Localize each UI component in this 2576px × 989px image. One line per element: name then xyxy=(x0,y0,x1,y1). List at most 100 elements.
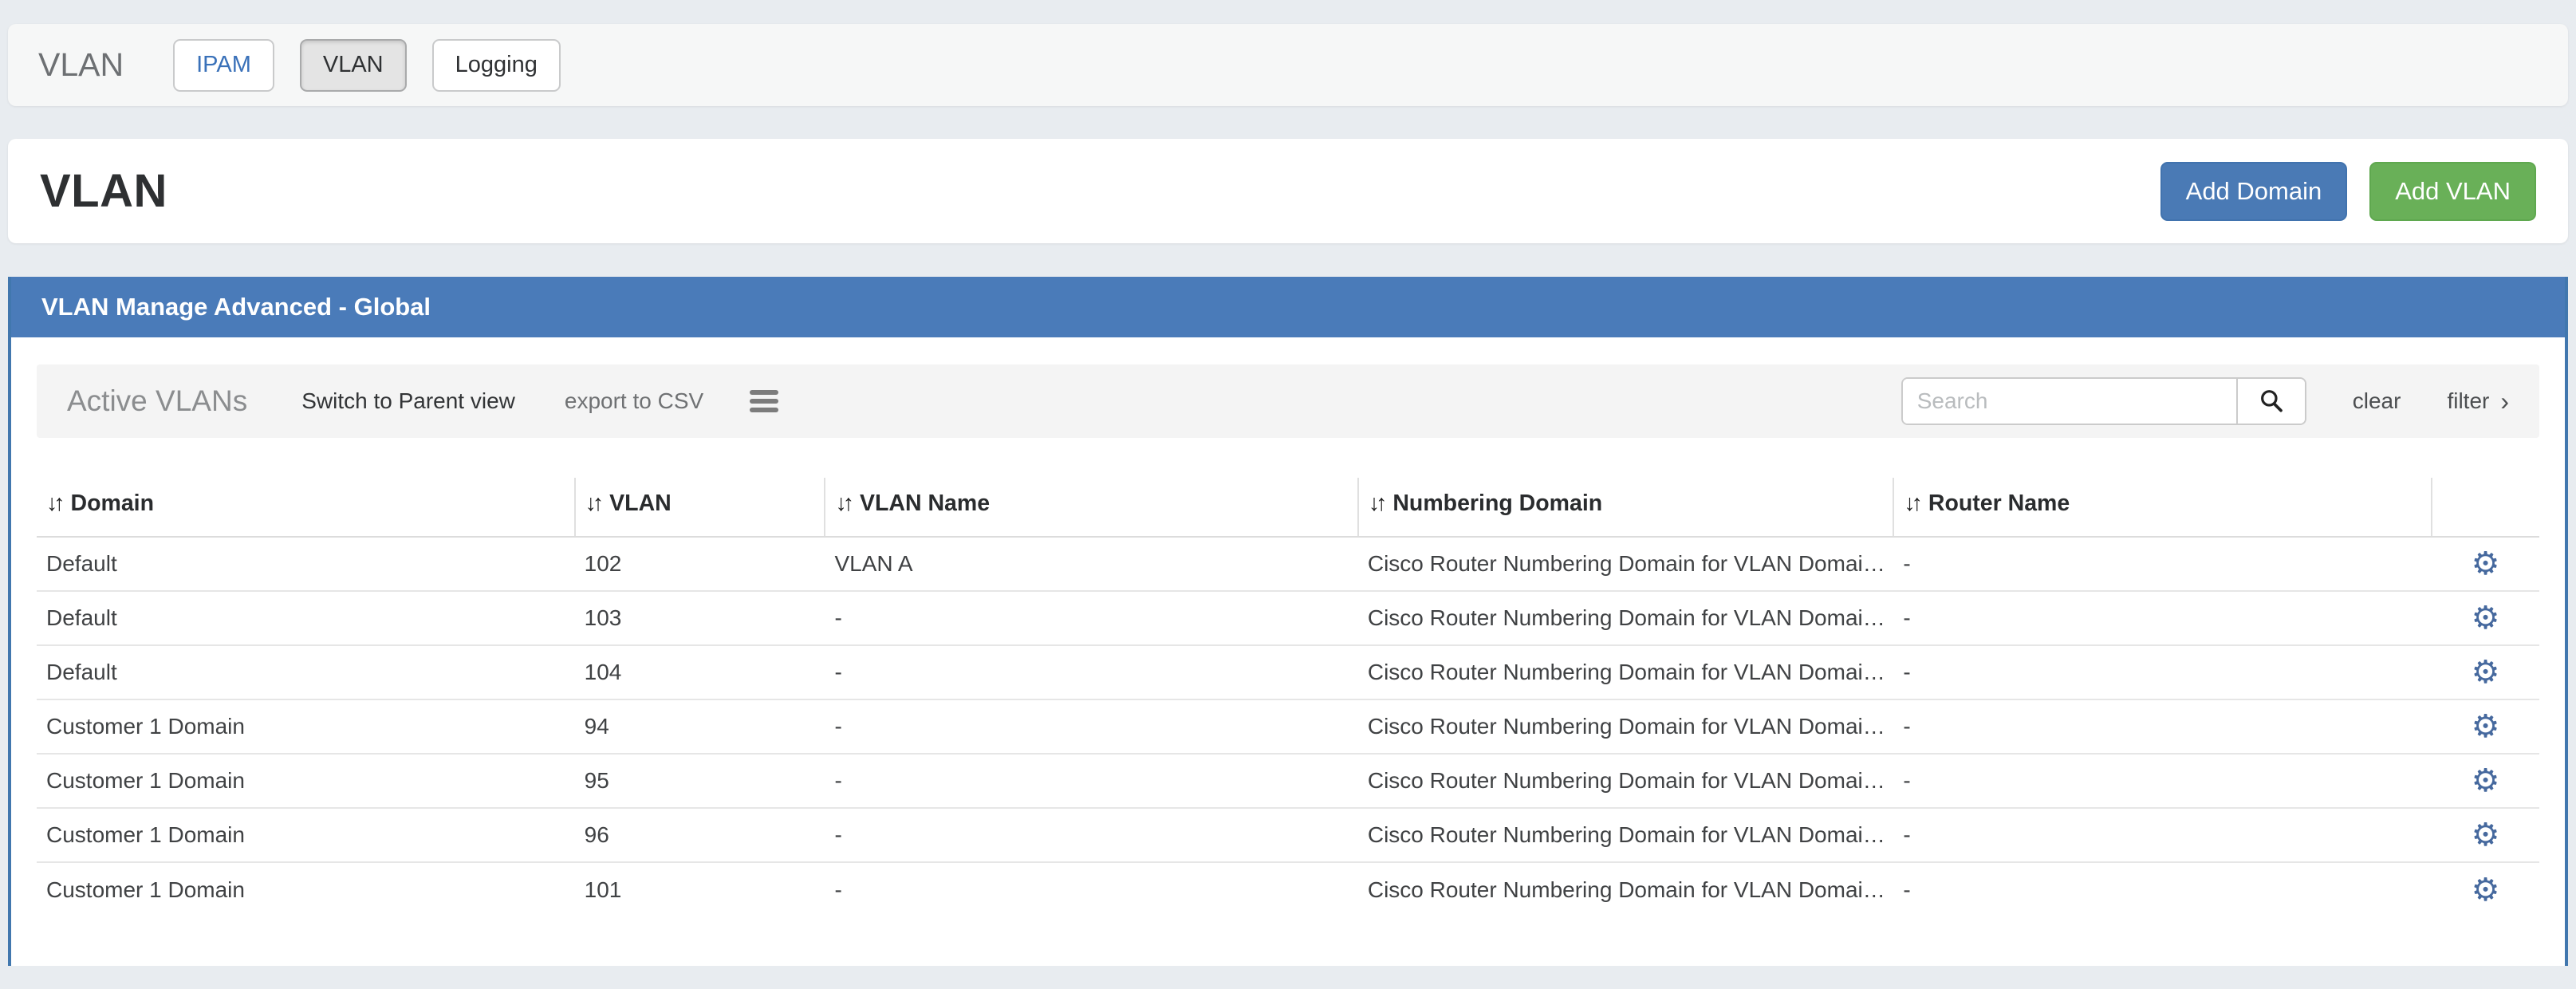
cell-vlan: 95 xyxy=(575,754,825,808)
column-label: Numbering Domain xyxy=(1392,491,1602,516)
gear-icon[interactable]: ⚙ xyxy=(2472,709,2500,744)
switch-parent-view-link[interactable]: Switch to Parent view xyxy=(301,388,515,414)
cell-vlan: 104 xyxy=(575,645,825,699)
cell-vlan-name: - xyxy=(825,591,1357,645)
cell-actions: ⚙ xyxy=(2432,862,2539,916)
cell-router-name: - xyxy=(1893,754,2432,808)
clear-link[interactable]: clear xyxy=(2353,388,2401,414)
cell-vlan-name: VLAN A xyxy=(825,537,1357,591)
cell-domain: Default xyxy=(37,645,575,699)
cell-router-name: - xyxy=(1893,862,2432,916)
cell-domain: Customer 1 Domain xyxy=(37,862,575,916)
cell-numbering-domain: Cisco Router Numbering Domain for VLAN D… xyxy=(1358,645,1894,699)
chevron-right-icon: › xyxy=(2500,388,2509,414)
page-actions: Add Domain Add VLAN xyxy=(2138,162,2536,221)
cell-actions: ⚙ xyxy=(2432,699,2539,754)
cell-numbering-domain: Cisco Router Numbering Domain for VLAN D… xyxy=(1358,591,1894,645)
cell-vlan: 96 xyxy=(575,808,825,862)
table-row: Default 103 - Cisco Router Numbering Dom… xyxy=(37,591,2539,645)
sort-icon[interactable]: ↓↑ xyxy=(835,491,850,516)
gear-icon[interactable]: ⚙ xyxy=(2472,873,2500,908)
cell-numbering-domain: Cisco Router Numbering Domain for VLAN D… xyxy=(1358,537,1894,591)
tab-ipam[interactable]: IPAM xyxy=(173,39,274,92)
cell-router-name: - xyxy=(1893,808,2432,862)
table-row: Default 104 - Cisco Router Numbering Dom… xyxy=(37,645,2539,699)
cell-vlan-name: - xyxy=(825,645,1357,699)
column-label: VLAN Name xyxy=(860,491,990,516)
column-header-numbering-domain[interactable]: ↓↑ Numbering Domain xyxy=(1358,478,1894,537)
column-header-vlan-name[interactable]: ↓↑ VLAN Name xyxy=(825,478,1357,537)
cell-vlan: 102 xyxy=(575,537,825,591)
panel-header: VLAN Manage Advanced - Global xyxy=(11,277,2565,337)
tab-vlan[interactable]: VLAN xyxy=(300,39,407,92)
column-header-vlan[interactable]: ↓↑ VLAN xyxy=(575,478,825,537)
cell-router-name: - xyxy=(1893,537,2432,591)
cell-actions: ⚙ xyxy=(2432,537,2539,591)
vlan-table-wrap: ↓↑ Domain ↓↑ VLAN ↓↑ VLAN Name ↓↑ Numbering … xyxy=(37,478,2539,916)
gear-icon[interactable]: ⚙ xyxy=(2472,546,2500,581)
gear-icon[interactable]: ⚙ xyxy=(2472,655,2500,690)
cell-numbering-domain: Cisco Router Numbering Domain for VLAN D… xyxy=(1358,862,1894,916)
cell-numbering-domain: Cisco Router Numbering Domain for VLAN D… xyxy=(1358,699,1894,754)
vlan-manage-panel: VLAN Manage Advanced - Global Active VLA… xyxy=(8,277,2568,966)
section-heading: VLAN xyxy=(38,46,124,84)
table-row: Customer 1 Domain 96 - Cisco Router Numb… xyxy=(37,808,2539,862)
table-row: Customer 1 Domain 94 - Cisco Router Numb… xyxy=(37,699,2539,754)
page-title: VLAN xyxy=(40,164,167,218)
panel-body: Active VLANs Switch to Parent view expor… xyxy=(11,337,2565,916)
cell-vlan-name: - xyxy=(825,808,1357,862)
table-header-row: ↓↑ Domain ↓↑ VLAN ↓↑ VLAN Name ↓↑ Numbering … xyxy=(37,478,2539,537)
table-row: Default 102 VLAN A Cisco Router Numberin… xyxy=(37,537,2539,591)
cell-actions: ⚙ xyxy=(2432,645,2539,699)
column-label: Domain xyxy=(71,491,155,516)
add-domain-button[interactable]: Add Domain xyxy=(2160,162,2348,221)
cell-numbering-domain: Cisco Router Numbering Domain for VLAN D… xyxy=(1358,808,1894,862)
sort-icon[interactable]: ↓↑ xyxy=(46,491,61,516)
sort-icon[interactable]: ↓↑ xyxy=(1369,491,1384,516)
search-input[interactable] xyxy=(1903,379,2236,424)
search-box xyxy=(1901,377,2306,425)
vlan-table: ↓↑ Domain ↓↑ VLAN ↓↑ VLAN Name ↓↑ Numbering … xyxy=(37,478,2539,916)
cell-vlan-name: - xyxy=(825,699,1357,754)
cell-router-name: - xyxy=(1893,645,2432,699)
cell-vlan-name: - xyxy=(825,862,1357,916)
tab-ipam-label: IPAM xyxy=(196,52,251,78)
cell-router-name: - xyxy=(1893,591,2432,645)
tab-logging[interactable]: Logging xyxy=(432,39,561,92)
tab-logging-label: Logging xyxy=(455,52,538,78)
top-tab-strip: VLAN IPAM VLAN Logging xyxy=(8,24,2568,106)
cell-domain: Customer 1 Domain xyxy=(37,754,575,808)
sort-icon[interactable]: ↓↑ xyxy=(1904,491,1919,516)
add-vlan-button[interactable]: Add VLAN xyxy=(2369,162,2536,221)
gear-icon[interactable]: ⚙ xyxy=(2472,601,2500,636)
sort-icon[interactable]: ↓↑ xyxy=(585,491,601,516)
gear-icon[interactable]: ⚙ xyxy=(2472,818,2500,853)
table-row: Customer 1 Domain 101 - Cisco Router Num… xyxy=(37,862,2539,916)
filter-label: filter xyxy=(2447,388,2489,414)
cell-vlan: 94 xyxy=(575,699,825,754)
filter-link[interactable]: filter › xyxy=(2447,388,2509,414)
column-header-domain[interactable]: ↓↑ Domain xyxy=(37,478,575,537)
hamburger-icon[interactable] xyxy=(750,388,778,415)
column-label: VLAN xyxy=(609,491,672,516)
cell-actions: ⚙ xyxy=(2432,754,2539,808)
search-button[interactable] xyxy=(2236,379,2305,424)
table-toolbar: Active VLANs Switch to Parent view expor… xyxy=(37,364,2539,438)
column-label: Router Name xyxy=(1928,491,2070,516)
cell-domain: Customer 1 Domain xyxy=(37,808,575,862)
panel-title: VLAN Manage Advanced - Global xyxy=(41,293,431,321)
tab-vlan-label: VLAN xyxy=(323,52,384,78)
column-header-router-name[interactable]: ↓↑ Router Name xyxy=(1893,478,2432,537)
table-row: Customer 1 Domain 95 - Cisco Router Numb… xyxy=(37,754,2539,808)
active-vlans-label: Active VLANs xyxy=(67,384,247,418)
search-icon xyxy=(2259,388,2284,416)
toolbar-right-group: clear filter › xyxy=(1901,377,2509,425)
cell-vlan-name: - xyxy=(825,754,1357,808)
gear-icon[interactable]: ⚙ xyxy=(2472,763,2500,798)
cell-domain: Customer 1 Domain xyxy=(37,699,575,754)
cell-domain: Default xyxy=(37,591,575,645)
page-header-card: VLAN Add Domain Add VLAN xyxy=(8,139,2568,243)
export-csv-link[interactable]: export to CSV xyxy=(565,388,703,414)
cell-actions: ⚙ xyxy=(2432,591,2539,645)
cell-vlan: 101 xyxy=(575,862,825,916)
